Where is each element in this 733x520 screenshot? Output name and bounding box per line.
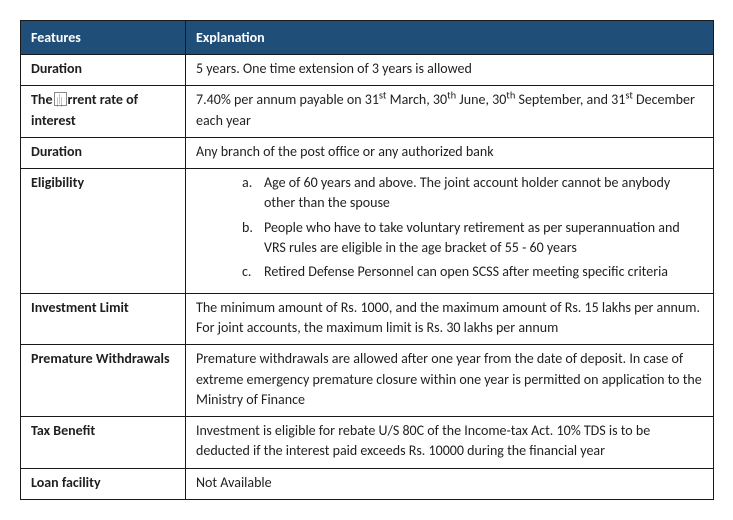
table-row: Eligibility Age of 60 years and above. T… [21, 169, 714, 293]
feature-duration2: Duration [21, 137, 186, 168]
rate-text-4: September, and 31 [515, 91, 625, 108]
ordinal-st: st [625, 89, 633, 102]
ordinal-th: th [506, 89, 515, 102]
rate-text-3: June, 30 [456, 91, 506, 108]
value-duration: 5 years. One time extension of 3 years i… [186, 55, 714, 86]
header-row: Features Explanation [21, 21, 714, 55]
list-item: People who have to take voluntary retire… [242, 218, 703, 263]
ordinal-th: th [447, 89, 456, 102]
table-row: Therrent rate of interest 7.40% per annu… [21, 86, 714, 138]
feature-loan: Loan facility [21, 468, 186, 499]
value-tax: Investment is eligible for rebate U/S 80… [186, 417, 714, 469]
feature-investment: Investment Limit [21, 293, 186, 345]
text-cursor-icon [54, 92, 67, 106]
list-item: Retired Defense Personnel can open SCSS … [242, 262, 703, 286]
table-row: Investment Limit The minimum amount of R… [21, 293, 714, 345]
value-eligibility: Age of 60 years and above. The joint acc… [186, 169, 714, 293]
table-row: Duration 5 years. One time extension of … [21, 55, 714, 86]
table-row: Duration Any branch of the post office o… [21, 137, 714, 168]
feature-rate: Therrent rate of interest [21, 86, 186, 138]
header-features: Features [21, 21, 186, 55]
feature-eligibility: Eligibility [21, 169, 186, 293]
value-investment: The minimum amount of Rs. 1000, and the … [186, 293, 714, 345]
rate-feature-prefix: The [31, 91, 53, 108]
list-item: Age of 60 years and above. The joint acc… [242, 173, 703, 218]
value-duration2: Any branch of the post office or any aut… [186, 137, 714, 168]
rate-text-2: March, 30 [386, 91, 447, 108]
table-row: Loan facility Not Available [21, 468, 714, 499]
value-loan: Not Available [186, 468, 714, 499]
feature-premature: Premature Withdrawals [21, 345, 186, 417]
table-row: Tax Benefit Investment is eligible for r… [21, 417, 714, 469]
value-rate: 7.40% per annum payable on 31 st March, 3… [186, 86, 714, 138]
rate-text-1: 7.40% per annum payable on 31 [196, 91, 379, 108]
features-table: Features Explanation Duration 5 years. O… [20, 20, 714, 500]
feature-duration: Duration [21, 55, 186, 86]
value-premature: Premature withdrawals are allowed after … [186, 345, 714, 417]
eligibility-list: Age of 60 years and above. The joint acc… [196, 173, 703, 286]
table-row: Premature Withdrawals Premature withdraw… [21, 345, 714, 417]
feature-tax: Tax Benefit [21, 417, 186, 469]
header-explanation: Explanation [186, 21, 714, 55]
